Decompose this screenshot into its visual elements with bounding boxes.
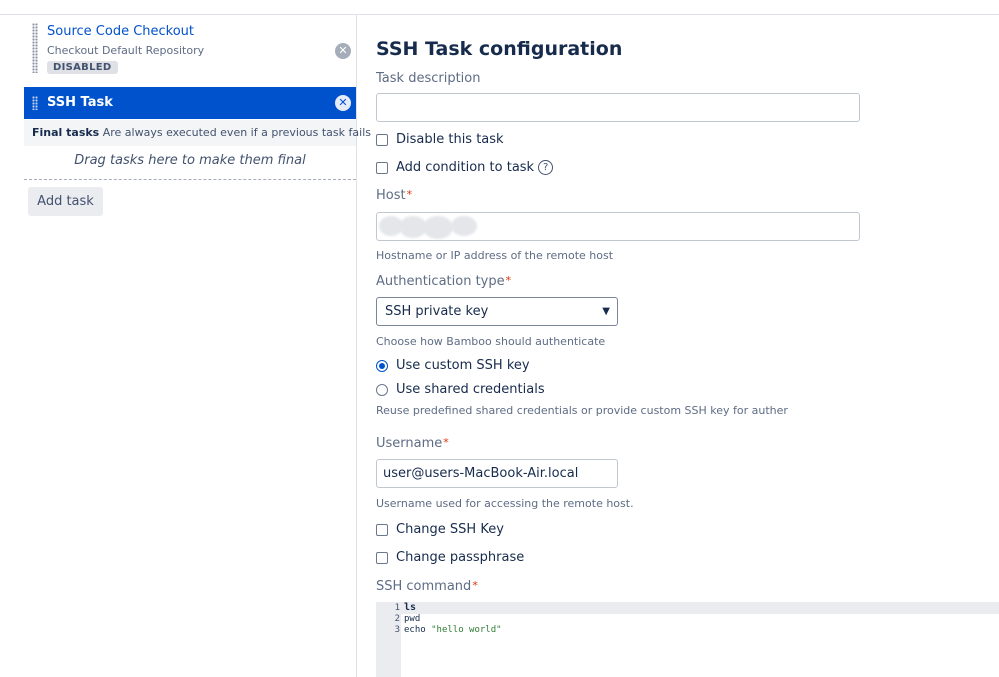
add-condition-checkbox[interactable]: Add condition to task ? — [376, 160, 554, 175]
username-label-text: Username — [376, 436, 443, 451]
add-task-button[interactable]: Add task — [28, 187, 103, 216]
task-title[interactable]: Source Code Checkout — [47, 24, 194, 39]
status-badge: DISABLED — [47, 61, 118, 74]
code-keyword: echo — [404, 625, 426, 635]
host-hint: Hostname or IP address of the remote hos… — [376, 249, 614, 262]
add-condition-label: Add condition to task — [396, 160, 535, 175]
remove-circle-icon[interactable]: ✕ — [335, 43, 351, 59]
ssh-command-label: SSH command* — [376, 579, 478, 594]
code-string: "hello world" — [431, 625, 502, 635]
code-line[interactable]: ls — [404, 602, 416, 613]
task-description-input[interactable] — [376, 93, 860, 122]
radio-shared-label: Use shared credentials — [396, 382, 545, 397]
code-line[interactable]: echo "hello world" — [404, 625, 502, 635]
final-tasks-header: Final tasks Are always executed even if … — [24, 120, 371, 146]
radio-custom-label: Use custom SSH key — [396, 358, 530, 373]
task-source-code-checkout[interactable]: Source Code Checkout Checkout Default Re… — [24, 15, 356, 77]
task-ssh-task[interactable]: SSH Task ✕ — [24, 87, 356, 119]
final-tasks-title: Final tasks — [32, 126, 100, 139]
radio-use-custom-ssh-key[interactable]: Use custom SSH key — [376, 358, 530, 373]
shared-credentials-hint: Reuse predefined shared credentials or p… — [376, 404, 788, 417]
change-passphrase-label: Change passphrase — [396, 550, 525, 565]
radio-icon[interactable] — [376, 383, 388, 396]
page-title: SSH Task configuration — [376, 38, 623, 60]
radio-use-shared-credentials[interactable]: Use shared credentials — [376, 382, 545, 397]
final-tasks-description: Are always executed even if a previous t… — [102, 126, 371, 139]
auth-type-select[interactable]: SSH private key ▼ — [376, 297, 618, 326]
change-ssh-key-label: Change SSH Key — [396, 522, 504, 537]
line-number: 3 — [394, 625, 400, 635]
task-list-panel: Source Code Checkout Checkout Default Re… — [0, 15, 371, 677]
checkbox-icon[interactable] — [376, 161, 388, 174]
auth-type-label-text: Authentication type — [376, 274, 505, 289]
auth-type-hint: Choose how Bamboo should authenticate — [376, 335, 606, 348]
checkbox-icon[interactable] — [376, 523, 388, 536]
drag-handle-icon[interactable] — [32, 96, 38, 110]
host-input[interactable] — [376, 212, 860, 241]
disable-task-checkbox[interactable]: Disable this task — [376, 132, 504, 147]
line-number: 2 — [394, 614, 400, 624]
required-asterisk: * — [472, 579, 478, 592]
host-label: Host* — [376, 188, 412, 203]
required-asterisk: * — [406, 188, 413, 201]
redacted-blur — [423, 216, 453, 239]
required-asterisk: * — [443, 436, 449, 449]
disable-task-label: Disable this task — [396, 132, 504, 147]
task-configuration-panel: SSH Task configuration Task description … — [357, 15, 999, 677]
question-circle-icon[interactable]: ? — [538, 160, 554, 175]
checkbox-icon[interactable] — [376, 551, 388, 564]
auth-type-label: Authentication type* — [376, 274, 511, 289]
auth-type-selected: SSH private key — [385, 304, 489, 319]
host-label-text: Host — [376, 188, 406, 203]
username-input[interactable]: user@users-MacBook-Air.local — [376, 459, 618, 488]
active-line-highlight — [376, 602, 999, 614]
change-passphrase-checkbox[interactable]: Change passphrase — [376, 550, 524, 565]
username-hint: Username used for accessing the remote h… — [376, 497, 634, 510]
remove-circle-icon[interactable]: ✕ — [335, 95, 351, 111]
final-tasks-dropzone[interactable]: Drag tasks here to make them final — [24, 146, 356, 180]
required-asterisk: * — [505, 274, 512, 287]
task-description-label: Task description — [376, 71, 481, 86]
ssh-command-label-text: SSH command — [376, 579, 472, 594]
chevron-down-icon: ▼ — [602, 306, 610, 317]
checkbox-icon[interactable] — [376, 133, 388, 146]
line-number: 1 — [394, 603, 400, 613]
ssh-command-editor[interactable]: 1 ls 2 pwd 3 echo "hello world" — [376, 602, 999, 677]
username-label: Username* — [376, 436, 449, 451]
task-title[interactable]: SSH Task — [47, 95, 113, 110]
change-ssh-key-checkbox[interactable]: Change SSH Key — [376, 522, 504, 537]
radio-selected-icon[interactable] — [376, 359, 388, 372]
drag-handle-icon[interactable] — [32, 23, 38, 73]
code-line[interactable]: pwd — [404, 614, 420, 624]
redacted-blur — [451, 216, 477, 236]
task-subtitle: Checkout Default Repository — [47, 44, 205, 57]
